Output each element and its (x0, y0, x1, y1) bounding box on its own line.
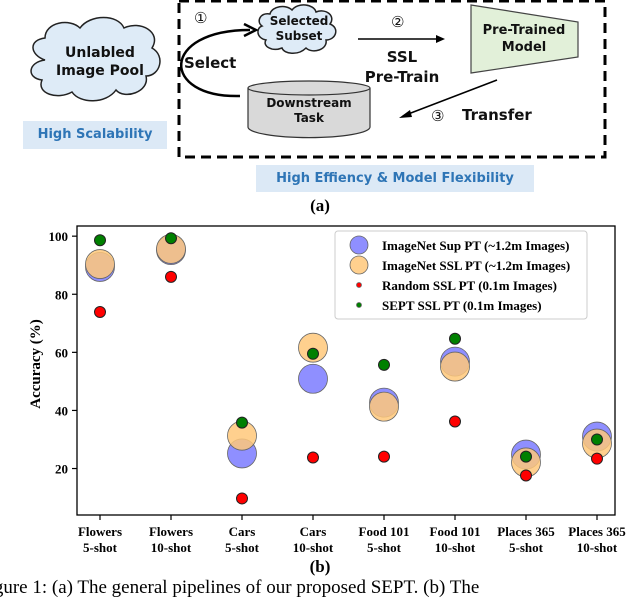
legend-label: ImageNet SSL PT (~1.2m Images) (382, 258, 570, 273)
point-sept (591, 433, 603, 446)
ssl-arrowhead (436, 35, 445, 43)
legend-marker (349, 235, 369, 255)
x-tick-label: 10-shot (151, 540, 192, 555)
x-tick-label: 5-shot (83, 540, 118, 555)
point-random (307, 451, 319, 464)
x-tick-label: 5-shot (225, 540, 260, 555)
point-ssl (369, 391, 399, 422)
ssl-label: SSL (386, 48, 418, 66)
transfer-label: Transfer (462, 106, 532, 124)
x-tick-label: 10-shot (577, 540, 618, 555)
high-efficiency-label: High Effiency & Model Flexibility (256, 165, 534, 192)
legend-label: ImageNet Sup PT (~1.2m Images) (382, 238, 569, 253)
ssl-pretrain-label: SSL Pre-Train (352, 47, 452, 87)
x-tick-label: Cars (229, 524, 256, 539)
x-tick-label: 10-shot (435, 540, 476, 555)
legend-marker (356, 302, 362, 308)
x-tick-label: Cars (300, 524, 327, 539)
legend-marker (349, 255, 369, 275)
legend-label: Random SSL PT (0.1m Images) (382, 278, 557, 293)
legend: ImageNet Sup PT (~1.2m Images) ImageNet S… (334, 230, 588, 320)
legend-marker (356, 282, 362, 288)
pool-label-line2: Image Pool (56, 63, 144, 79)
y-tick-label: 20 (55, 462, 68, 477)
point-random (591, 452, 603, 465)
pool-label: Unlabled Image Pool (40, 44, 160, 80)
step2-marker: ② (391, 13, 405, 31)
x-tick-label: Places 365 (568, 524, 626, 539)
x-tick-label: Flowers (78, 524, 122, 539)
high-scalability-label: High Scalability (23, 121, 167, 149)
downstream-label-line2: Task (294, 111, 324, 125)
pool-label-line1: Unlabled (65, 45, 135, 61)
model-label-line1: Pre-Trained (482, 23, 566, 38)
accuracy-scatter-chart: 20406080100Flowers5-shotFlowers10-shotCa… (28, 225, 626, 555)
point-sept (94, 234, 106, 247)
x-tick-label: 5-shot (367, 540, 402, 555)
transfer-arrowhead (399, 110, 412, 118)
model-label: Pre-Trained Model (472, 22, 576, 56)
select-label: Select (184, 54, 237, 72)
x-tick-label: Flowers (149, 524, 193, 539)
pretrain-label: Pre-Train (364, 68, 440, 86)
subset-label-line1: Selected (269, 14, 329, 28)
subfig-label-b: (b) (309, 557, 331, 576)
downstream-label-line1: Downstream (266, 96, 352, 110)
point-ssl (440, 351, 470, 382)
y-axis-label: Accuracy (%) (28, 319, 44, 409)
figure-caption: Figure 1: (a) The general pipelines of o… (0, 577, 480, 598)
point-sept (236, 416, 248, 429)
y-tick-label: 40 (55, 403, 68, 418)
y-tick-label: 100 (49, 229, 69, 244)
point-random (236, 492, 248, 505)
point-sup (298, 363, 328, 394)
y-tick-label: 60 (55, 345, 68, 360)
point-sept (378, 358, 390, 371)
x-tick-label: 5-shot (509, 540, 544, 555)
point-random (449, 415, 461, 428)
x-tick-label: Food 101 (430, 524, 481, 539)
point-random (520, 469, 532, 482)
point-random (165, 270, 177, 283)
point-ssl (85, 249, 115, 279)
step1-marker: ① (194, 9, 208, 27)
point-sept (449, 332, 461, 345)
point-random (94, 305, 106, 318)
point-sept (520, 450, 532, 463)
subfig-label-a: (a) (310, 196, 330, 215)
x-tick-label: 10-shot (293, 540, 334, 555)
point-sept (165, 232, 177, 245)
x-tick-label: Places 365 (497, 524, 555, 539)
subset-label: Selected Subset (262, 14, 336, 44)
legend-label: SEPT SSL PT (0.1m Images) (382, 298, 542, 313)
x-tick-label: Food 101 (359, 524, 410, 539)
step3-marker: ③ (431, 107, 445, 125)
point-random (378, 450, 390, 463)
point-sept (307, 347, 319, 360)
y-tick-label: 80 (55, 287, 68, 302)
downstream-label: Downstream Task (250, 96, 368, 126)
subset-label-line2: Subset (275, 29, 323, 43)
model-label-line2: Model (501, 40, 547, 55)
